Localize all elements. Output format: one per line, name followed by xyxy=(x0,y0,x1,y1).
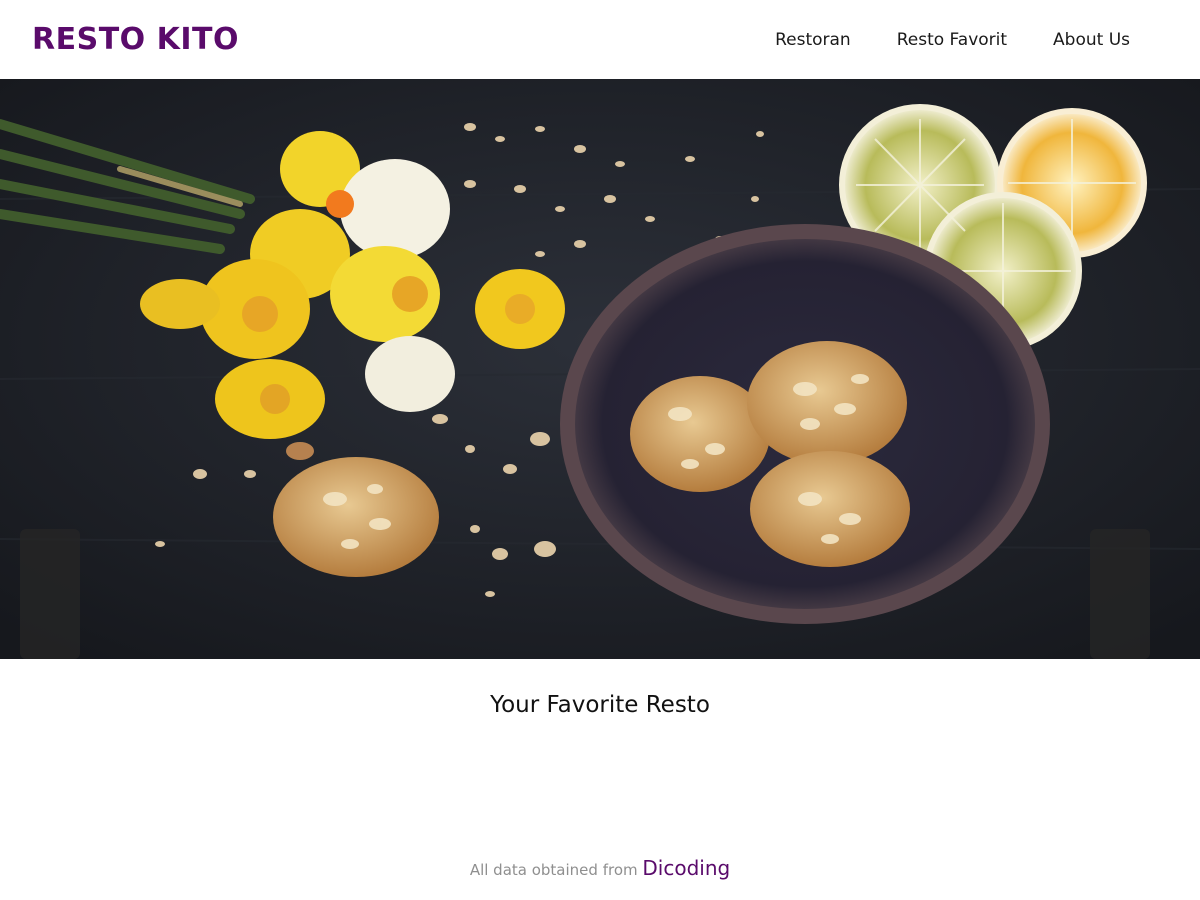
brand-logo[interactable]: RESTO KITO xyxy=(32,24,239,55)
nav-list: Restoran Resto Favorit About Us xyxy=(775,30,1130,50)
section-title: Your Favorite Resto xyxy=(490,692,710,718)
nav-link-about-us[interactable]: About Us xyxy=(1053,30,1130,50)
nav-item-restoran: Restoran xyxy=(775,30,851,50)
main-nav: Restoran Resto Favorit About Us xyxy=(775,30,1130,50)
hero-image xyxy=(0,79,1200,659)
footer: All data obtained from Dicoding xyxy=(0,856,1200,880)
footer-link-dicoding[interactable]: Dicoding xyxy=(642,856,730,880)
nav-link-restoran[interactable]: Restoran xyxy=(775,30,851,50)
app-bar: RESTO KITO Restoran Resto Favorit About … xyxy=(0,0,1200,79)
footer-text: All data obtained from xyxy=(469,861,643,879)
hero-food-photo-icon xyxy=(0,79,1200,659)
nav-item-about-us: About Us xyxy=(1053,30,1130,50)
nav-link-resto-favorit[interactable]: Resto Favorit xyxy=(897,30,1007,50)
nav-item-resto-favorit: Resto Favorit xyxy=(897,30,1007,50)
